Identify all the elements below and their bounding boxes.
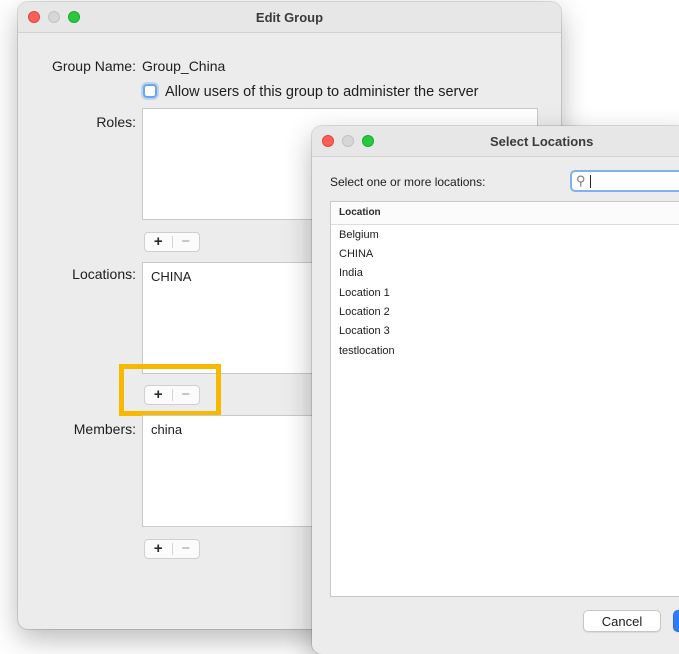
list-item[interactable]: India bbox=[339, 267, 363, 279]
locations-add-button[interactable]: + bbox=[145, 386, 172, 404]
list-item[interactable]: testlocation bbox=[339, 345, 395, 357]
column-header-location[interactable]: Location bbox=[331, 202, 679, 225]
member-entry[interactable]: china bbox=[151, 422, 182, 437]
edit-group-titlebar: Edit Group bbox=[18, 2, 561, 33]
select-locations-window: Select Locations Select one or more loca… bbox=[312, 126, 679, 654]
locations-label: Locations: bbox=[72, 266, 136, 282]
list-item[interactable]: CHINA bbox=[339, 248, 373, 260]
location-entry[interactable]: CHINA bbox=[151, 269, 191, 284]
close-button[interactable] bbox=[28, 11, 40, 23]
admin-checkbox-label[interactable]: Allow users of this group to administer … bbox=[165, 84, 479, 100]
select-locations-titlebar: Select Locations bbox=[312, 126, 679, 157]
locations-table[interactable]: Location Belgium CHINA India Location 1 … bbox=[330, 201, 679, 597]
cancel-button[interactable]: Cancel bbox=[583, 610, 661, 632]
admin-checkbox[interactable] bbox=[143, 84, 157, 98]
group-name-label: Group Name: bbox=[51, 58, 136, 74]
list-item[interactable]: Location 3 bbox=[339, 325, 390, 337]
zoom-button[interactable] bbox=[362, 135, 374, 147]
list-item[interactable]: Location 2 bbox=[339, 306, 390, 318]
roles-label: Roles: bbox=[96, 114, 136, 130]
search-input[interactable]: ⚲ bbox=[570, 170, 679, 192]
magnifier-icon: ⚲ bbox=[576, 173, 586, 188]
members-add-remove: + − bbox=[144, 539, 200, 559]
minimize-button[interactable] bbox=[342, 135, 354, 147]
window-controls bbox=[322, 135, 374, 147]
members-remove-button[interactable]: − bbox=[173, 540, 200, 558]
locations-remove-button[interactable]: − bbox=[173, 386, 200, 404]
select-prompt: Select one or more locations: bbox=[330, 175, 486, 189]
close-button[interactable] bbox=[322, 135, 334, 147]
members-add-button[interactable]: + bbox=[145, 540, 172, 558]
group-name-value: Group_China bbox=[142, 58, 226, 74]
roles-remove-button[interactable]: − bbox=[173, 233, 200, 251]
text-caret bbox=[590, 175, 591, 188]
roles-add-remove: + − bbox=[144, 232, 200, 252]
list-item[interactable]: Location 1 bbox=[339, 287, 390, 299]
window-title: Select Locations bbox=[490, 134, 594, 149]
window-title: Edit Group bbox=[255, 9, 324, 25]
roles-add-button[interactable]: + bbox=[145, 233, 172, 251]
zoom-button[interactable] bbox=[68, 11, 80, 23]
window-controls bbox=[28, 11, 80, 23]
locations-add-remove: + − bbox=[144, 385, 200, 405]
ok-button[interactable] bbox=[673, 610, 679, 632]
list-item[interactable]: Belgium bbox=[339, 229, 379, 241]
minimize-button[interactable] bbox=[48, 11, 60, 23]
members-label: Members: bbox=[73, 421, 136, 437]
